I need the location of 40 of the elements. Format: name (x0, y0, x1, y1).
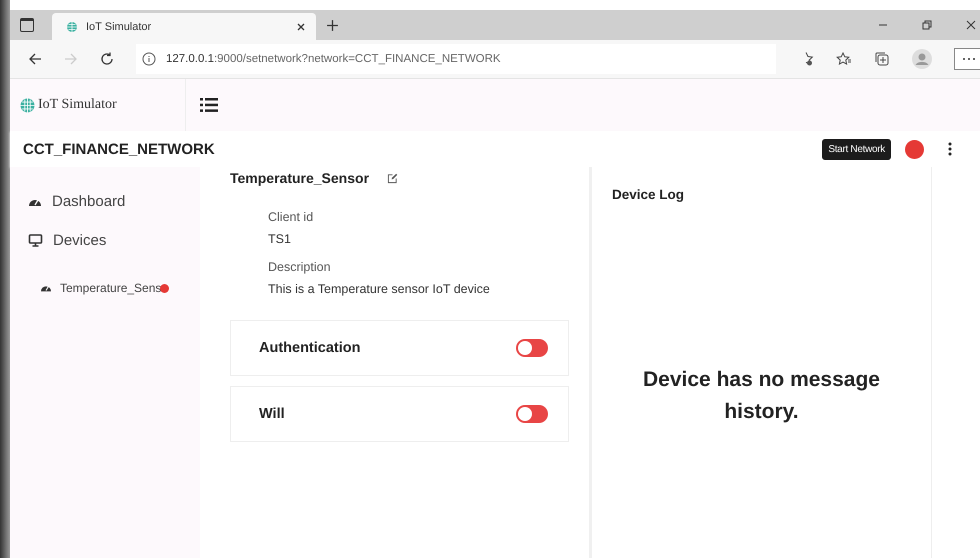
address-field[interactable]: 127.0.0.1:9000/setnetwork?network=CCT_FINANCE_NETWORK (136, 44, 776, 74)
favorites-icon[interactable] (836, 51, 852, 67)
field-value: This is a Temperature sensor IoT device (268, 282, 491, 296)
nav-item[interactable]: Devices (10, 226, 200, 255)
start-network-button[interactable] (905, 140, 924, 158)
nav-item[interactable]: Dashboard (10, 187, 200, 216)
collections-icon[interactable] (874, 51, 890, 67)
device-name: Temperature_Sensor (230, 170, 370, 186)
menu-icon[interactable] (200, 97, 218, 113)
network-name: CCT_FINANCE_NETWORK (23, 140, 215, 158)
device-link[interactable]: Temperature_Sens (60, 281, 162, 295)
gauge-icon (40, 283, 52, 293)
reload-icon[interactable] (100, 52, 114, 66)
toggle-switch[interactable] (516, 405, 548, 423)
tab-title: IoT Simulator (86, 20, 152, 32)
tooltip: Start Network (822, 138, 891, 160)
globe-icon (66, 20, 78, 32)
restore-icon[interactable] (922, 20, 932, 30)
edit-icon[interactable] (387, 172, 398, 184)
info-icon (142, 52, 156, 66)
new-tab-icon[interactable] (326, 18, 339, 32)
setting-label: Will (259, 406, 285, 422)
empty-message: Device has no message history. (642, 367, 881, 424)
more-icon[interactable] (954, 48, 980, 70)
globe-icon (20, 98, 35, 112)
field-label: Description (268, 260, 332, 274)
tab-actions-icon[interactable] (20, 18, 34, 32)
setting-label: Authentication (259, 340, 360, 356)
app-brand: IoT Simulator (38, 97, 117, 113)
profile-icon[interactable] (912, 49, 932, 69)
close-icon[interactable] (296, 22, 306, 32)
log-title: Device Log (612, 187, 686, 202)
monitor-icon (28, 234, 43, 247)
field-value: TS1 (268, 232, 292, 246)
back-icon[interactable] (28, 52, 42, 66)
close-window-icon[interactable] (966, 20, 976, 30)
more-options-icon[interactable] (948, 142, 952, 156)
browser-tab[interactable]: IoT Simulator (52, 13, 316, 40)
toggle-switch[interactable] (516, 339, 548, 357)
field-label: Client id (268, 210, 314, 224)
